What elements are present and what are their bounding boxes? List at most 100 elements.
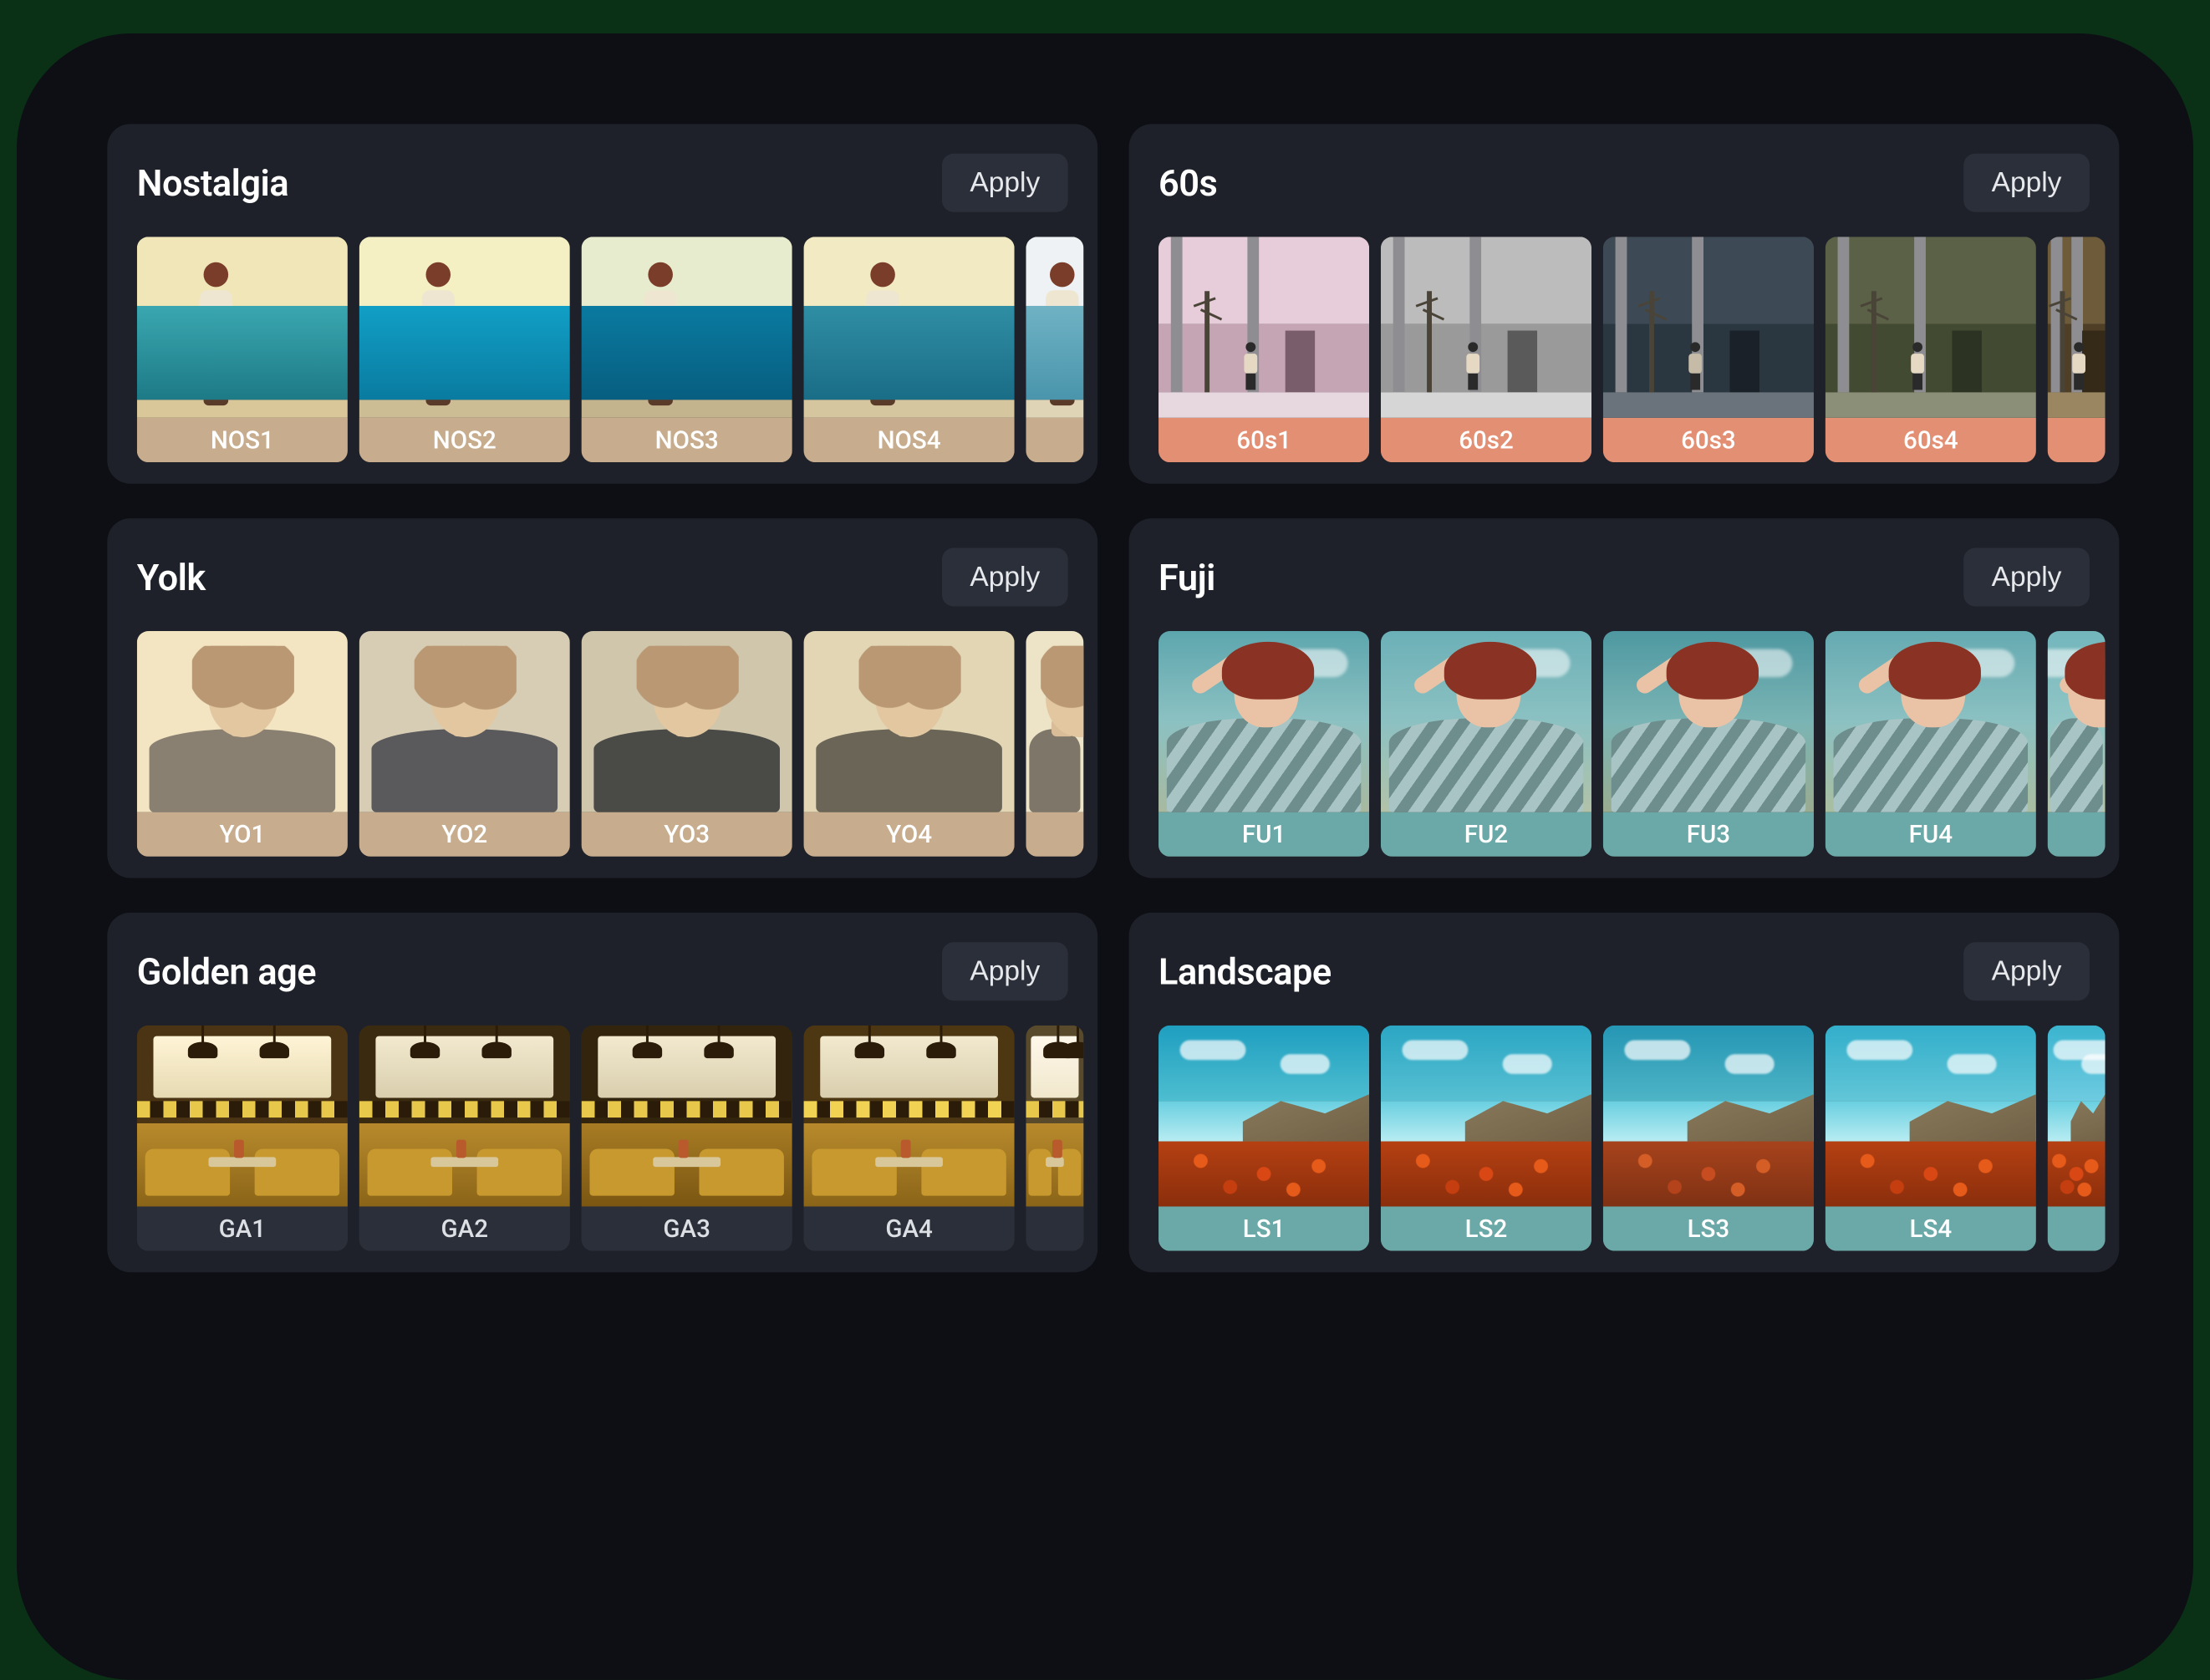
preset-label <box>1026 812 1083 857</box>
preset-thumbnail <box>1381 1026 1591 1207</box>
preset-label <box>1026 418 1083 462</box>
preset-GA1[interactable]: GA1 <box>137 1026 348 1251</box>
preset-thumbnail <box>2048 237 2106 418</box>
preset-row[interactable]: YO1YO2 YO3YO4 <box>137 631 1097 857</box>
preset-label: FU1 <box>1158 812 1369 857</box>
apply-button-fuji[interactable]: Apply <box>1963 548 2090 607</box>
pack-card-header: 60s Apply <box>1158 154 2119 212</box>
preset-row[interactable]: NOS1NOS2 NOS3 NOS4 <box>137 237 1097 462</box>
preset-NOS2[interactable]: NOS2 <box>359 237 570 462</box>
preset-label: GA1 <box>137 1206 348 1250</box>
pack-card-header: Golden age Apply <box>137 942 1097 1000</box>
preset-FU4[interactable]: FU4 <box>1826 631 2036 857</box>
preset-row[interactable]: LS1 LS2 LS3 LS4 <box>1158 1026 2119 1251</box>
preset-label: YO1 <box>137 812 348 857</box>
preset-LS2[interactable]: LS2 <box>1381 1026 1591 1251</box>
preset-label: NOS2 <box>359 418 570 462</box>
preset-thumbnail <box>2048 631 2106 812</box>
preset-label: LS1 <box>1158 1206 1369 1250</box>
preset-label: NOS3 <box>582 418 792 462</box>
preset-thumbnail <box>804 1026 1015 1207</box>
preset-thumbnail <box>137 1026 348 1207</box>
preset-row[interactable]: GA1GA2 GA3 GA4 <box>137 1026 1097 1251</box>
preset-thumbnail <box>1026 237 1083 418</box>
pack-title: Landscape <box>1158 950 1332 993</box>
pack-card-golden-age: Golden age Apply GA1GA2 GA3 GA4 <box>107 913 1097 1272</box>
pack-card-nostalgia: Nostalgia Apply NOS1NOS2 NOS3 NOS4 <box>107 124 1097 483</box>
preset-label: YO2 <box>359 812 570 857</box>
preset-thumbnail <box>804 237 1015 418</box>
preset-row[interactable]: FU1 FU2FU3 FU4 <box>1158 631 2119 857</box>
preset-label: 60s2 <box>1381 418 1591 462</box>
apply-button-landscape[interactable]: Apply <box>1963 942 2090 1000</box>
preset-FU2[interactable]: FU2 <box>1381 631 1591 857</box>
apply-button-nostalgia[interactable]: Apply <box>942 154 1068 212</box>
preset-golden-age-more[interactable] <box>1026 1026 1083 1251</box>
preset-thumbnail <box>1158 631 1369 812</box>
preset-label: 60s3 <box>1603 418 1814 462</box>
preset-nostalgia-more[interactable] <box>1026 237 1083 462</box>
pack-title: Fuji <box>1158 556 1215 598</box>
preset-thumbnail <box>1158 1026 1369 1207</box>
pack-title: Golden age <box>137 950 316 993</box>
preset-thumbnail <box>582 631 792 812</box>
preset-60s2[interactable]: 60s2 <box>1381 237 1591 462</box>
preset-label: LS4 <box>1826 1206 2036 1250</box>
preset-label: FU4 <box>1826 812 2036 857</box>
preset-yolk-more[interactable] <box>1026 631 1083 857</box>
preset-label <box>1026 1206 1083 1250</box>
preset-NOS4[interactable]: NOS4 <box>804 237 1015 462</box>
preset-row[interactable]: 60s1 60s2 60s3 60s4 <box>1158 237 2119 462</box>
pack-card-yolk: YolkApplyYO1YO2YO3YO4 <box>107 518 1097 878</box>
preset-label <box>2048 418 2106 462</box>
preset-thumbnail <box>359 1026 570 1207</box>
preset-thumbnail <box>2048 1026 2106 1207</box>
apply-button-golden-age[interactable]: Apply <box>942 942 1068 1000</box>
preset-60s1[interactable]: 60s1 <box>1158 237 1369 462</box>
pack-title: Nostalgia <box>137 161 288 204</box>
preset-thumbnail <box>137 237 348 418</box>
pack-card-landscape: Landscape Apply LS1 LS2 LS3 LS4 <box>1129 913 2120 1272</box>
preset-thumbnail <box>1381 631 1591 812</box>
preset-60s4[interactable]: 60s4 <box>1826 237 2036 462</box>
preset-thumbnail <box>1381 237 1591 418</box>
preset-label: LS2 <box>1381 1206 1591 1250</box>
preset-YO4[interactable]: YO4 <box>804 631 1015 857</box>
preset-NOS1[interactable]: NOS1 <box>137 237 348 462</box>
preset-LS1[interactable]: LS1 <box>1158 1026 1369 1251</box>
pack-card-header: Nostalgia Apply <box>137 154 1097 212</box>
preset-LS3[interactable]: LS3 <box>1603 1026 1814 1251</box>
preset-label <box>2048 812 2106 857</box>
preset-thumbnail <box>582 1026 792 1207</box>
preset-LS4[interactable]: LS4 <box>1826 1026 2036 1251</box>
preset-thumbnail <box>1026 631 1083 812</box>
preset-60s3[interactable]: 60s3 <box>1603 237 1814 462</box>
preset-thumbnail <box>359 631 570 812</box>
preset-thumbnail <box>359 237 570 418</box>
preset-GA4[interactable]: GA4 <box>804 1026 1015 1251</box>
preset-sixties-more[interactable] <box>2048 237 2106 462</box>
preset-fuji-more[interactable] <box>2048 631 2106 857</box>
apply-button-sixties[interactable]: Apply <box>1963 154 2090 212</box>
pack-card-header: Landscape Apply <box>1158 942 2119 1000</box>
preset-YO1[interactable]: YO1 <box>137 631 348 857</box>
preset-YO2[interactable]: YO2 <box>359 631 570 857</box>
preset-label: GA4 <box>804 1206 1015 1250</box>
preset-thumbnail <box>1026 1026 1083 1207</box>
preset-landscape-more[interactable] <box>2048 1026 2106 1251</box>
preset-label: GA3 <box>582 1206 792 1250</box>
preset-GA2[interactable]: GA2 <box>359 1026 570 1251</box>
preset-FU1[interactable]: FU1 <box>1158 631 1369 857</box>
apply-button-yolk[interactable]: Apply <box>942 548 1068 607</box>
preset-label: GA2 <box>359 1206 570 1250</box>
preset-YO3[interactable]: YO3 <box>582 631 792 857</box>
preset-label: 60s4 <box>1826 418 2036 462</box>
pack-card-fuji: Fuji Apply FU1 FU2FU3 FU4 <box>1129 518 2120 878</box>
preset-thumbnail <box>1826 237 2036 418</box>
preset-GA3[interactable]: GA3 <box>582 1026 792 1251</box>
pack-title: 60s <box>1158 161 1217 204</box>
preset-NOS3[interactable]: NOS3 <box>582 237 792 462</box>
preset-thumbnail <box>1603 1026 1814 1207</box>
preset-label: NOS4 <box>804 418 1015 462</box>
preset-FU3[interactable]: FU3 <box>1603 631 1814 857</box>
